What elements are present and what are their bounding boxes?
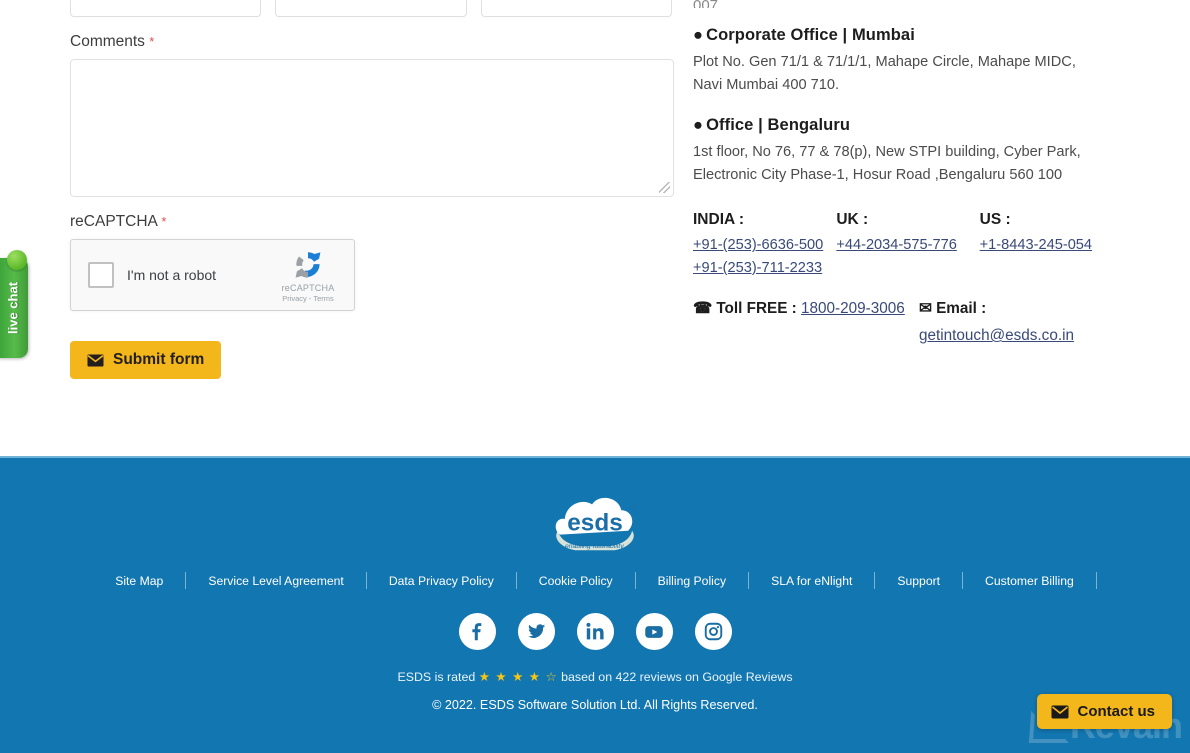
facebook-icon xyxy=(471,623,481,641)
resize-handle-icon[interactable] xyxy=(659,182,670,193)
google-rating: ESDS is rated ★ ★ ★ ★ ☆ based on 422 rev… xyxy=(0,669,1190,684)
recaptcha-label-text: reCAPTCHA xyxy=(70,213,157,230)
recaptcha-label: reCAPTCHA * xyxy=(70,213,674,231)
clipped-text: 007. xyxy=(693,0,1123,8)
office-title-bengaluru: ● Office | Bengaluru xyxy=(693,112,1123,139)
office-title-mumbai: ● Corporate Office | Mumbai xyxy=(693,22,1123,49)
copyright-text: © 2022. ESDS Software Solution Ltd. All … xyxy=(432,698,758,712)
footer-link-cookie-policy[interactable]: Cookie Policy xyxy=(517,574,635,588)
contact-us-label: Contact us xyxy=(1077,703,1155,720)
social-link-youtube[interactable] xyxy=(635,613,673,650)
live-chat-label: live chat xyxy=(5,281,21,335)
footer-logo-wrapper: esds ® enabling futurability. xyxy=(0,458,1190,558)
footer-link-data-privacy-policy[interactable]: Data Privacy Policy xyxy=(367,574,516,588)
social-link-linkedin[interactable] xyxy=(576,613,614,650)
linkedin-icon xyxy=(585,622,604,640)
phone-link-us[interactable]: +1-8443-245-054 xyxy=(980,234,1123,257)
recaptcha-terms-text[interactable]: Privacy - Terms xyxy=(268,294,348,303)
phone-numbers-group: INDIA : +91-(253)-6636-500 +91-(253)-711… xyxy=(693,207,1123,279)
phone-group-us-label: US : xyxy=(979,211,1011,228)
footer-link-divider xyxy=(1095,572,1097,589)
instagram-icon xyxy=(704,622,722,641)
phone-group-uk-label: UK : xyxy=(836,211,869,228)
rating-prefix: ESDS is rated xyxy=(397,670,476,684)
email-block: ✉ Email : getintouch@esds.co.in xyxy=(919,297,1074,349)
recaptcha-icon xyxy=(295,251,321,278)
phone-group-uk: UK : +44-2034-575-776 xyxy=(836,207,979,279)
recaptcha-checkbox-label: I'm not a robot xyxy=(127,267,217,283)
chat-envelope-icon xyxy=(1051,705,1069,718)
contact-info-column: 007. ●Corporate Office | Mumbai Plot No.… xyxy=(693,0,1123,349)
contact-us-button[interactable]: Contact us xyxy=(1037,694,1172,729)
footer-links: Site Map Service Level Agreement Data Pr… xyxy=(0,572,1190,589)
office-address-bengaluru: 1st floor, No 76, 77 & 78(p), New STPI b… xyxy=(693,143,1081,184)
form-input-row xyxy=(70,0,674,17)
phone-group-india: INDIA : +91-(253)-6636-500 +91-(253)-711… xyxy=(693,207,836,279)
phone-link-india-1[interactable]: +91-(253)-6636-500 xyxy=(693,234,836,257)
page-content: Comments * reCAPTCHA * I'm not a robot r… xyxy=(0,0,1190,456)
phone-group-us: US : +1-8443-245-054 xyxy=(980,207,1123,279)
recaptcha-branding: reCAPTCHA Privacy - Terms xyxy=(268,248,354,303)
envelope-icon: ✉ xyxy=(919,300,932,318)
email-address-link[interactable]: getintouch@esds.co.in xyxy=(919,324,1074,349)
form-field-3[interactable] xyxy=(481,0,672,17)
phone-group-india-label: INDIA : xyxy=(693,211,745,228)
registered-trademark: ® xyxy=(630,503,636,512)
envelope-icon xyxy=(87,354,104,366)
esds-tagline: enabling futurability. xyxy=(565,543,625,550)
live-chat-tab[interactable]: live chat xyxy=(0,250,28,358)
contact-form: Comments * reCAPTCHA * I'm not a robot r… xyxy=(70,0,674,379)
footer-link-support[interactable]: Support xyxy=(875,574,962,588)
youtube-icon xyxy=(645,625,663,638)
office-title-bengaluru-text: Office | Bengaluru xyxy=(706,116,851,134)
social-links xyxy=(0,613,1190,650)
submit-form-label: Submit form xyxy=(113,351,205,368)
office-title-mumbai-text: Corporate Office | Mumbai xyxy=(706,26,915,44)
recaptcha-checkbox[interactable] xyxy=(88,262,114,288)
esds-logo[interactable]: esds ® enabling futurability. xyxy=(546,480,644,558)
required-asterisk: * xyxy=(161,214,167,229)
recaptcha-brand-text: reCAPTCHA xyxy=(281,282,335,293)
footer-link-sla-for-enlight[interactable]: SLA for eNlight xyxy=(749,574,874,588)
required-asterisk: * xyxy=(149,34,155,49)
toll-free-label: Toll FREE : xyxy=(716,300,797,318)
map-pin-icon: ● xyxy=(693,116,704,134)
footer-link-customer-billing[interactable]: Customer Billing xyxy=(963,574,1096,588)
rating-suffix: based on 422 reviews on Google Reviews xyxy=(561,670,793,684)
comments-label: Comments * xyxy=(70,33,674,51)
comments-textarea-wrapper[interactable] xyxy=(70,59,674,197)
toll-free-email-row: ☎ Toll FREE : 1800-209-3006 ✉ Email : ge… xyxy=(693,297,1123,349)
phone-link-india-2[interactable]: +91-(253)-711-2233 xyxy=(693,257,836,280)
site-footer: esds ® enabling futurability. Site Map S… xyxy=(0,456,1190,753)
twitter-icon xyxy=(527,624,545,638)
rating-stars: ★ ★ ★ ★ ☆ xyxy=(478,670,558,684)
submit-form-button[interactable]: Submit form xyxy=(70,341,222,379)
recaptcha-widget[interactable]: I'm not a robot reCAPTCHA Privacy - Term… xyxy=(70,239,355,311)
form-field-1[interactable] xyxy=(70,0,261,17)
footer-link-site-map[interactable]: Site Map xyxy=(93,574,185,588)
phone-icon: ☎ xyxy=(693,300,713,318)
map-pin-icon: ● xyxy=(693,26,704,44)
footer-link-service-level-agreement[interactable]: Service Level Agreement xyxy=(186,574,366,588)
social-link-facebook[interactable] xyxy=(458,613,496,650)
toll-free-block: ☎ Toll FREE : 1800-209-3006 xyxy=(693,297,919,349)
esds-wordmark: esds xyxy=(567,510,623,537)
comments-label-text: Comments xyxy=(70,33,145,50)
phone-link-uk[interactable]: +44-2034-575-776 xyxy=(836,234,979,257)
form-field-2[interactable] xyxy=(275,0,467,17)
office-address-mumbai: Plot No. Gen 71/1 & 71/1/1, Mahape Circl… xyxy=(693,53,1076,94)
social-link-instagram[interactable] xyxy=(694,613,732,650)
footer-link-billing-policy[interactable]: Billing Policy xyxy=(636,574,748,588)
social-link-twitter[interactable] xyxy=(517,613,555,650)
toll-free-number-link[interactable]: 1800-209-3006 xyxy=(801,300,905,317)
email-label: Email : xyxy=(936,300,987,318)
